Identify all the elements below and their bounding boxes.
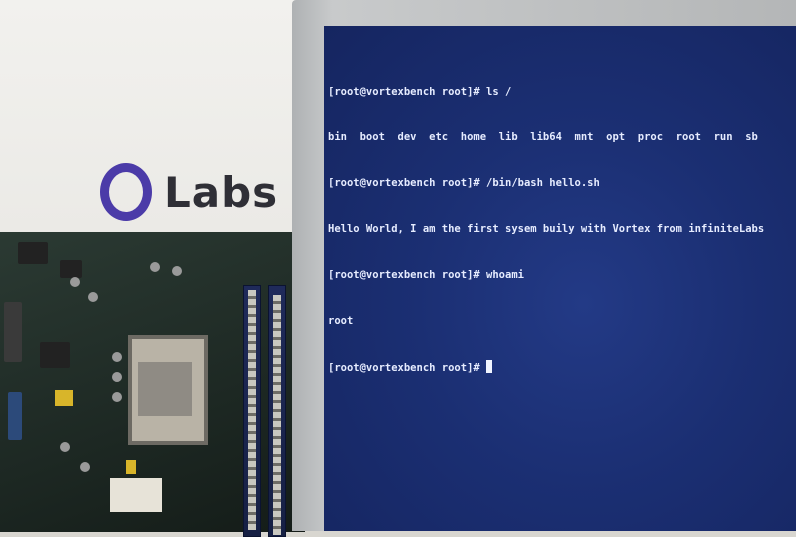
board-chip [18, 242, 48, 264]
capacitor [172, 266, 182, 276]
capacitor [60, 442, 70, 452]
logo-text: Labs [164, 167, 279, 217]
labs-logo: Labs [100, 163, 278, 221]
capacitor [112, 392, 122, 402]
ram-module [248, 290, 256, 530]
terminal-line: Hello World, I am the first sysem buily … [328, 223, 765, 236]
cpu [138, 362, 192, 416]
terminal-output: [root@vortexbench root]# ls / bin boot d… [328, 54, 764, 407]
jumper [126, 460, 136, 474]
io-port [4, 302, 22, 362]
terminal-line: bin boot dev etc home lib lib64 mnt opt … [328, 131, 758, 144]
capacitor [80, 462, 90, 472]
terminal-line: [root@vortexbench root]# /bin/bash hello… [328, 177, 600, 190]
logo-ring-icon [100, 163, 152, 221]
jumper [55, 390, 73, 406]
capacitor [112, 352, 122, 362]
terminal-line: root [328, 315, 354, 328]
board-chip [40, 342, 70, 368]
terminal-line: [root@vortexbench root]# whoami [328, 269, 524, 282]
terminal-prompt-line[interactable]: [root@vortexbench root]# [328, 359, 764, 376]
terminal-line: [root@vortexbench root]# ls / [328, 85, 512, 98]
capacitor [88, 292, 98, 302]
capacitor [150, 262, 160, 272]
capacitor [70, 277, 80, 287]
barcode-sticker [110, 478, 162, 512]
monitor-screen: [root@vortexbench root]# ls / bin boot d… [324, 26, 796, 531]
terminal-prompt: [root@vortexbench root]# [328, 361, 487, 374]
text-cursor [486, 359, 493, 373]
io-port [8, 392, 22, 440]
board-chip [60, 260, 82, 278]
ram-module [273, 295, 281, 535]
capacitor [112, 372, 122, 382]
